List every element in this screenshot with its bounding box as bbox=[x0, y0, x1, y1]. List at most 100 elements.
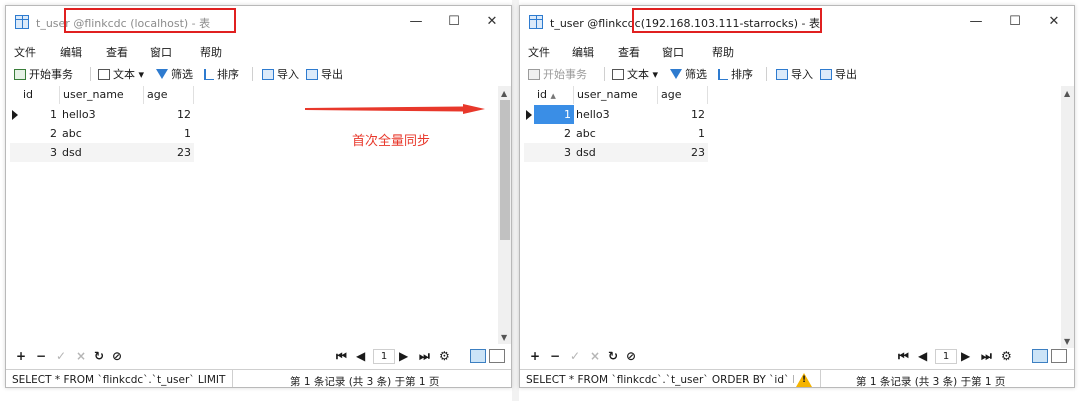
delete-record-icon[interactable]: − bbox=[36, 349, 46, 363]
maximize-button[interactable]: ☐ bbox=[434, 11, 474, 33]
last-page-icon[interactable]: ⏭ bbox=[981, 349, 992, 364]
menu-file[interactable]: 文件 bbox=[528, 44, 550, 60]
apply-changes-icon[interactable]: ✓ bbox=[570, 349, 580, 363]
form-view-button[interactable] bbox=[489, 349, 505, 363]
sync-arrow-icon bbox=[305, 104, 485, 114]
scroll-up-icon[interactable]: ▲ bbox=[501, 89, 507, 98]
menu-window[interactable]: 窗口 bbox=[662, 44, 684, 60]
table-row[interactable]: 3 dsd 23 bbox=[10, 143, 194, 162]
sort-button[interactable]: 排序 bbox=[718, 66, 753, 82]
begin-transaction-button[interactable]: 开始事务 bbox=[528, 66, 587, 82]
menu-edit[interactable]: 编辑 bbox=[60, 44, 82, 60]
warning-icon[interactable] bbox=[796, 373, 812, 387]
cell-age[interactable]: 23 bbox=[144, 143, 194, 162]
cell-user-name[interactable]: dsd bbox=[576, 143, 656, 162]
sort-button[interactable]: 排序 bbox=[204, 66, 239, 82]
vertical-scrollbar[interactable]: ▲ ▼ bbox=[498, 86, 511, 344]
cell-id[interactable]: 1 bbox=[20, 105, 60, 124]
minimize-button[interactable]: — bbox=[396, 11, 436, 33]
menu-edit[interactable]: 编辑 bbox=[572, 44, 594, 60]
next-page-icon[interactable]: ▶ bbox=[399, 349, 408, 363]
first-page-icon[interactable]: ⏮ bbox=[336, 349, 347, 364]
page-number-field[interactable]: 1 bbox=[373, 349, 395, 364]
previous-page-icon[interactable]: ◀ bbox=[918, 349, 927, 363]
column-header-user-name[interactable]: user_name bbox=[574, 86, 658, 104]
maximize-button[interactable]: ☐ bbox=[995, 11, 1035, 33]
cell-id[interactable]: 3 bbox=[534, 143, 574, 162]
table-row[interactable]: 1 hello3 12 bbox=[524, 105, 708, 124]
menu-view[interactable]: 查看 bbox=[106, 44, 128, 60]
filter-button[interactable]: 筛选 bbox=[156, 66, 193, 82]
table-row[interactable]: 1 hello3 12 bbox=[10, 105, 194, 124]
cell-age[interactable]: 12 bbox=[144, 105, 194, 124]
discard-changes-icon[interactable]: × bbox=[590, 349, 600, 363]
refresh-icon[interactable]: ↻ bbox=[94, 349, 104, 363]
column-header-age[interactable]: age bbox=[658, 86, 708, 104]
column-header-id[interactable]: id bbox=[20, 86, 60, 104]
cell-age[interactable]: 23 bbox=[658, 143, 708, 162]
stop-icon[interactable]: ⊘ bbox=[626, 349, 636, 363]
form-view-button[interactable] bbox=[1051, 349, 1067, 363]
first-page-icon[interactable]: ⏮ bbox=[898, 349, 909, 364]
import-button[interactable]: 导入 bbox=[262, 66, 299, 82]
vertical-scrollbar[interactable]: ▲ ▼ bbox=[1061, 86, 1074, 348]
export-button[interactable]: 导出 bbox=[820, 66, 857, 82]
scroll-down-icon[interactable]: ▼ bbox=[1064, 337, 1070, 346]
cell-user-name[interactable]: hello3 bbox=[576, 105, 656, 124]
stop-icon[interactable]: ⊘ bbox=[112, 349, 122, 363]
right-title-highlight-box bbox=[632, 8, 822, 33]
right-record-navigation: + − ✓ × ↻ ⊘ ⏮ ◀ 1 ▶ ⏭ ⚙ bbox=[520, 347, 1074, 367]
apply-changes-icon[interactable]: ✓ bbox=[56, 349, 66, 363]
settings-gear-icon[interactable]: ⚙ bbox=[1001, 349, 1012, 363]
text-mode-button[interactable]: 文本 ▾ bbox=[612, 66, 658, 82]
column-header-user-name[interactable]: user_name bbox=[60, 86, 144, 104]
cell-user-name[interactable]: abc bbox=[62, 124, 142, 143]
table-row[interactable]: 2 abc 1 bbox=[524, 124, 708, 143]
column-header-age[interactable]: age bbox=[144, 86, 194, 104]
right-titlebar[interactable]: t_user @flinkcdc(192.168.103.111-starroc… bbox=[520, 6, 1074, 38]
cell-age[interactable]: 12 bbox=[658, 105, 708, 124]
close-button[interactable]: ✕ bbox=[472, 11, 511, 33]
scroll-down-icon[interactable]: ▼ bbox=[501, 333, 507, 342]
menu-view[interactable]: 查看 bbox=[618, 44, 640, 60]
grid-view-button[interactable] bbox=[1032, 349, 1048, 363]
begin-transaction-button[interactable]: 开始事务 bbox=[14, 66, 73, 82]
column-header-id[interactable]: id ▲ bbox=[534, 86, 574, 104]
left-titlebar[interactable]: t_user @flinkcdc (localhost) - 表 — ☐ ✕ bbox=[6, 6, 511, 38]
cell-id[interactable]: 2 bbox=[534, 124, 574, 143]
cell-id[interactable]: 2 bbox=[20, 124, 60, 143]
add-record-icon[interactable]: + bbox=[530, 349, 540, 363]
table-icon bbox=[15, 15, 29, 29]
close-button[interactable]: ✕ bbox=[1034, 11, 1074, 33]
minimize-button[interactable]: — bbox=[956, 11, 996, 33]
scrollbar-thumb[interactable] bbox=[500, 100, 510, 240]
previous-page-icon[interactable]: ◀ bbox=[356, 349, 365, 363]
page-number-field[interactable]: 1 bbox=[935, 349, 957, 364]
cell-id[interactable]: 3 bbox=[20, 143, 60, 162]
menu-file[interactable]: 文件 bbox=[14, 44, 36, 60]
menu-help[interactable]: 帮助 bbox=[200, 44, 222, 60]
cell-age[interactable]: 1 bbox=[658, 124, 708, 143]
import-button[interactable]: 导入 bbox=[776, 66, 813, 82]
text-mode-button[interactable]: 文本 ▾ bbox=[98, 66, 144, 82]
scroll-up-icon[interactable]: ▲ bbox=[1064, 89, 1070, 98]
grid-view-button[interactable] bbox=[470, 349, 486, 363]
cell-id[interactable]: 1 bbox=[534, 105, 574, 124]
menu-help[interactable]: 帮助 bbox=[712, 44, 734, 60]
menu-window[interactable]: 窗口 bbox=[150, 44, 172, 60]
cell-age[interactable]: 1 bbox=[144, 124, 194, 143]
table-row[interactable]: 3 dsd 23 bbox=[524, 143, 708, 162]
cell-user-name[interactable]: hello3 bbox=[62, 105, 142, 124]
discard-changes-icon[interactable]: × bbox=[76, 349, 86, 363]
next-page-icon[interactable]: ▶ bbox=[961, 349, 970, 363]
table-row[interactable]: 2 abc 1 bbox=[10, 124, 194, 143]
export-button[interactable]: 导出 bbox=[306, 66, 343, 82]
delete-record-icon[interactable]: − bbox=[550, 349, 560, 363]
settings-gear-icon[interactable]: ⚙ bbox=[439, 349, 450, 363]
refresh-icon[interactable]: ↻ bbox=[608, 349, 618, 363]
cell-user-name[interactable]: abc bbox=[576, 124, 656, 143]
cell-user-name[interactable]: dsd bbox=[62, 143, 142, 162]
add-record-icon[interactable]: + bbox=[16, 349, 26, 363]
last-page-icon[interactable]: ⏭ bbox=[419, 349, 430, 364]
filter-button[interactable]: 筛选 bbox=[670, 66, 707, 82]
